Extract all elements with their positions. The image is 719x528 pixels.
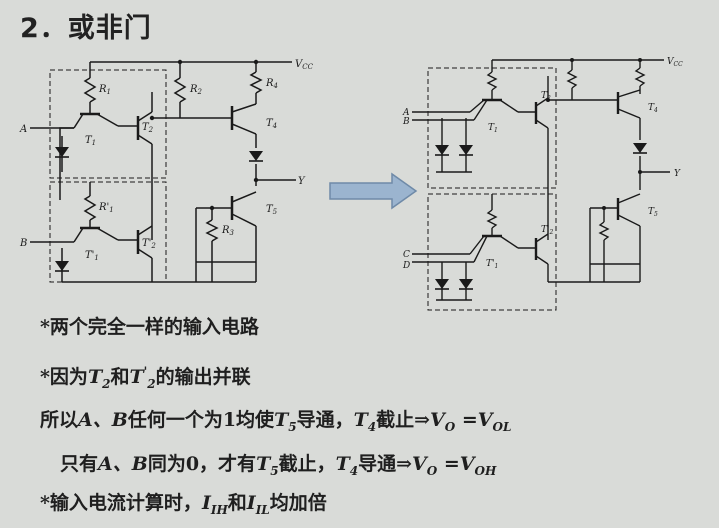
- notes: *两个完全一样的输入电路 *因为T2和T'2的输出并联 所以A、B任何一个为1均…: [0, 0, 719, 528]
- note-line-2: *因为T2和T'2的输出并联: [40, 364, 251, 391]
- note-line-1: *两个完全一样的输入电路: [40, 316, 259, 338]
- slide: 2．或非门 VCC Y A B R1 R'1 R2 R3 R4 T1 T'1 T…: [0, 0, 719, 528]
- note-line-4: 只有A、B同为0，才有T5截止，T4导通⇒VO =VOH: [60, 453, 497, 478]
- note-line-5: *输入电流计算时，IIH和IIL均加倍: [40, 492, 327, 517]
- note-line-3: 所以A、B任何一个为1均使T5导通，T4截止⇒VO =VOL: [40, 409, 512, 434]
